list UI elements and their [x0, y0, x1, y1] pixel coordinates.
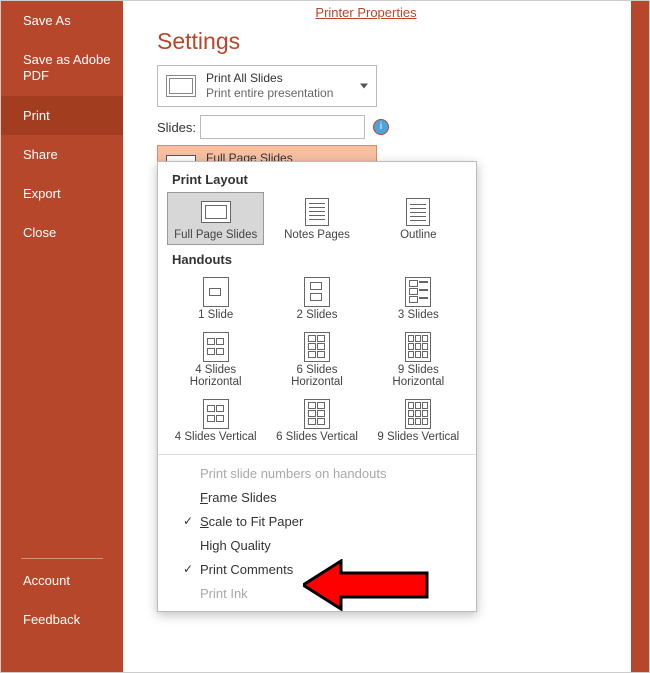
option-4-slides-vertical[interactable]: 4 Slides Vertical — [168, 395, 263, 446]
annotation-arrow-icon — [303, 559, 433, 611]
notes-pages-icon — [305, 198, 329, 226]
option-9-slides-vertical[interactable]: 9 Slides Vertical — [371, 395, 466, 446]
option-label: Outline — [400, 229, 436, 241]
option-label: 2 Slides — [297, 309, 338, 321]
backstage-sidebar: Save As Save as Adobe PDF Print Share Ex… — [1, 1, 123, 672]
sidebar-item-feedback[interactable]: Feedback — [1, 600, 123, 639]
sidebar-item-close[interactable]: Close — [1, 213, 123, 252]
sidebar-item-export[interactable]: Export — [1, 174, 123, 213]
option-label: 4 Slides Horizontal — [190, 364, 242, 388]
menu-frame-slides[interactable]: Frame Slides — [168, 485, 466, 509]
print-what-subtitle: Print entire presentation — [206, 86, 333, 101]
option-outline[interactable]: Outline — [371, 193, 466, 244]
option-label: Notes Pages — [284, 229, 350, 241]
menu-label: Print Ink — [200, 586, 248, 601]
settings-heading: Settings — [157, 28, 649, 55]
handout-9v-icon — [405, 399, 431, 429]
menu-print-slide-numbers: Print slide numbers on handouts — [168, 461, 466, 485]
option-notes-pages[interactable]: Notes Pages — [269, 193, 364, 244]
option-6-slides-horizontal[interactable]: 6 Slides Horizontal — [269, 328, 364, 391]
option-label: Full Page Slides — [174, 229, 257, 241]
option-label: 4 Slides Vertical — [175, 431, 257, 443]
slides-range-input[interactable] — [200, 115, 365, 139]
handouts-section: Handouts — [172, 252, 466, 267]
print-layout-section: Print Layout — [172, 172, 466, 187]
option-label: 6 Slides Horizontal — [291, 364, 343, 388]
layout-dropdown-popup: Print Layout Full Page Slides Notes Page… — [157, 161, 477, 612]
handout-3-icon — [405, 277, 431, 307]
sidebar-divider — [21, 558, 103, 559]
handout-6h-icon — [304, 332, 330, 362]
print-what-dropdown[interactable]: Print All Slides Print entire presentati… — [157, 65, 377, 107]
slides-stack-icon — [166, 75, 196, 97]
option-2-slides[interactable]: 2 Slides — [269, 273, 364, 324]
chevron-down-icon — [360, 84, 368, 89]
option-9-slides-horizontal[interactable]: 9 Slides Horizontal — [371, 328, 466, 391]
menu-label: Frame Slides — [200, 490, 277, 505]
option-label: 9 Slides Horizontal — [392, 364, 444, 388]
option-6-slides-vertical[interactable]: 6 Slides Vertical — [269, 395, 364, 446]
info-icon[interactable]: i — [373, 119, 389, 135]
menu-scale-to-fit-paper[interactable]: ✓ Scale to Fit Paper — [168, 509, 466, 533]
handout-6v-icon — [304, 399, 330, 429]
option-label: 3 Slides — [398, 309, 439, 321]
option-3-slides[interactable]: 3 Slides — [371, 273, 466, 324]
option-label: 1 Slide — [198, 309, 233, 321]
option-full-page-slides[interactable]: Full Page Slides — [167, 192, 264, 245]
menu-label: Scale to Fit Paper — [200, 514, 303, 529]
powerpoint-print-backstage: Save As Save as Adobe PDF Print Share Ex… — [0, 0, 650, 673]
check-icon: ✓ — [180, 514, 196, 528]
option-1-slide[interactable]: 1 Slide — [168, 273, 263, 324]
menu-label: Print Comments — [200, 562, 293, 577]
handout-1-icon — [203, 277, 229, 307]
menu-high-quality[interactable]: High Quality — [168, 533, 466, 557]
slides-label: Slides: — [157, 120, 196, 135]
outline-icon — [406, 198, 430, 226]
print-what-title: Print All Slides — [206, 71, 333, 86]
option-4-slides-horizontal[interactable]: 4 Slides Horizontal — [168, 328, 263, 391]
check-icon: ✓ — [180, 562, 196, 576]
option-label: 6 Slides Vertical — [276, 431, 358, 443]
handout-2-icon — [304, 277, 330, 307]
slide-preview-edge — [631, 1, 649, 672]
separator — [158, 454, 476, 455]
handout-4h-icon — [203, 332, 229, 362]
full-page-icon — [201, 201, 231, 223]
sidebar-item-save-as-adobe-pdf[interactable]: Save as Adobe PDF — [1, 40, 123, 96]
handout-9h-icon — [405, 332, 431, 362]
handout-4v-icon — [203, 399, 229, 429]
menu-label: Print slide numbers on handouts — [200, 466, 386, 481]
sidebar-item-account[interactable]: Account — [1, 561, 123, 600]
sidebar-item-share[interactable]: Share — [1, 135, 123, 174]
sidebar-item-save-as[interactable]: Save As — [1, 1, 123, 40]
menu-label: High Quality — [200, 538, 271, 553]
option-label: 9 Slides Vertical — [377, 431, 459, 443]
printer-properties-link[interactable]: Printer Properties — [123, 5, 649, 20]
sidebar-item-print[interactable]: Print — [1, 96, 123, 135]
